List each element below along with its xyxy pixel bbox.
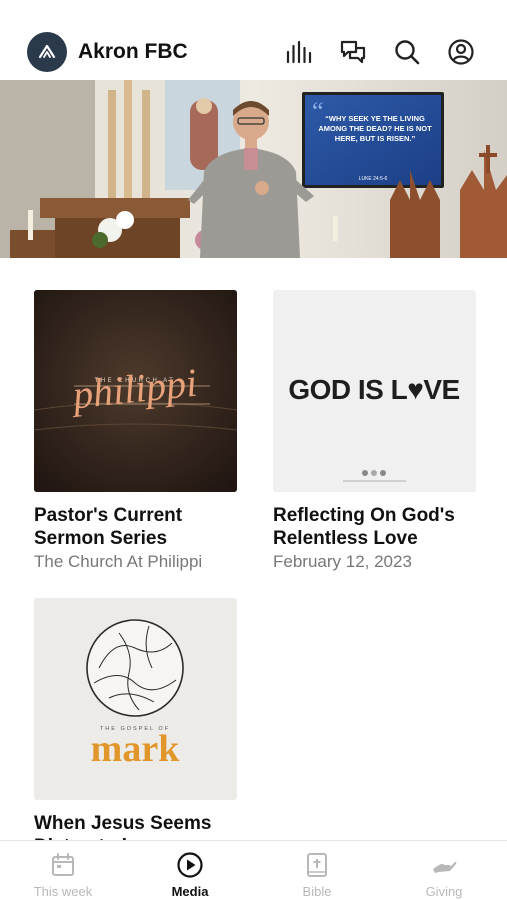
sermon-artwork: GOD IS L♥VE: [273, 290, 476, 492]
series-artwork: THE GOSPEL OF mark: [34, 598, 237, 800]
tab-label: Media: [171, 884, 209, 899]
media-card[interactable]: THE CHURCH AT philippi Pastor's Current …: [34, 290, 237, 573]
tab-giving[interactable]: Giving: [381, 841, 507, 900]
screen-verse-text: “WHY SEEK YE THE LIVING AMONG THE DEAD? …: [318, 114, 432, 143]
giving-icon: [433, 861, 457, 873]
tab-this-week[interactable]: This week: [0, 841, 126, 900]
card-subtitle: The Church At Philippi: [34, 552, 203, 571]
sermon-art-title: GOD IS L♥VE: [288, 374, 459, 405]
series-art-title: mark: [91, 728, 181, 770]
card-title: Pastor's Current Sermon Series: [34, 505, 183, 549]
tab-label: Bible: [302, 884, 332, 899]
hero-banner[interactable]: “ “WHY SEEK YE THE LIVING AMONG THE DEAD…: [0, 80, 507, 258]
search-icon[interactable]: [393, 38, 421, 66]
calendar-icon: [52, 853, 74, 876]
profile-icon[interactable]: [447, 38, 475, 66]
church-logo[interactable]: [27, 32, 67, 72]
card-title: Reflecting On God's Relentless Love: [273, 505, 455, 549]
chat-icon[interactable]: [339, 38, 367, 66]
card-subtitle: February 12, 2023: [273, 552, 412, 571]
tab-label: This week: [33, 884, 93, 899]
app-header: Akron FBC: [0, 0, 507, 80]
bars-icon[interactable]: [285, 38, 313, 66]
tab-bible[interactable]: Bible: [254, 841, 380, 900]
logo-mark-icon: [38, 44, 56, 59]
sermon-photo: “ “WHY SEEK YE THE LIVING AMONG THE DEAD…: [0, 80, 507, 258]
bible-icon: [307, 853, 327, 877]
tab-media[interactable]: Media: [127, 841, 253, 900]
series-artwork: THE CHURCH AT philippi: [34, 290, 237, 492]
media-card[interactable]: THE GOSPEL OF mark When Jesus Seems Dist…: [34, 598, 237, 858]
media-card[interactable]: GOD IS L♥VE Reflecting On God's Relentle…: [273, 290, 476, 573]
tab-label: Giving: [425, 884, 463, 899]
bottom-tab-bar: This week Media Bible Giving: [0, 840, 507, 900]
screen-verse-ref: LUKE 24:5-6: [359, 176, 388, 182]
app-title: Akron FBC: [78, 40, 188, 63]
play-icon: [177, 852, 203, 878]
